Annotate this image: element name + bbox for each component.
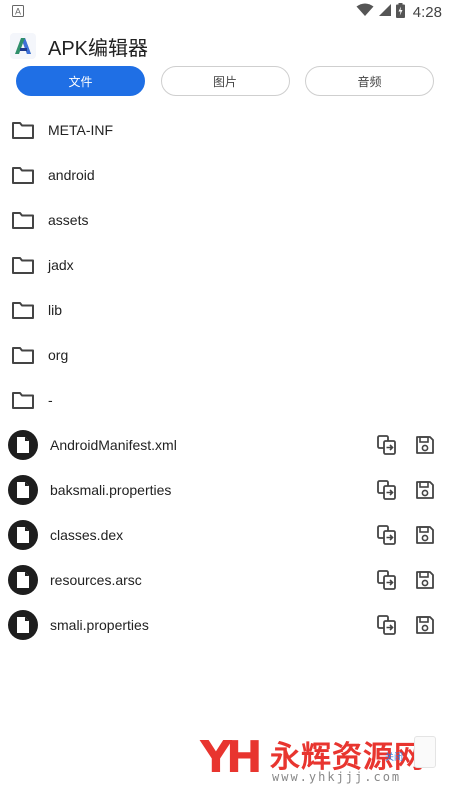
folder-name: lib <box>48 301 63 318</box>
file-name: AndroidManifest.xml <box>50 436 177 453</box>
folder-icon <box>10 252 36 278</box>
file-row[interactable]: baksmali.properties <box>0 467 450 512</box>
folder-icon <box>10 342 36 368</box>
a-letter-icon: A <box>12 4 24 21</box>
app-header: APK编辑器 <box>0 26 450 66</box>
folder-icon <box>10 117 36 143</box>
file-icon <box>8 609 38 640</box>
save-icon[interactable] <box>414 524 436 546</box>
file-icon <box>8 474 38 505</box>
file-actions <box>376 569 436 591</box>
file-list: META-INF android assets jadx lib org - A… <box>0 107 450 647</box>
folder-name: META-INF <box>48 121 114 138</box>
file-row[interactable]: smali.properties <box>0 602 450 647</box>
wifi-icon <box>356 3 374 21</box>
watermark-logo: YH <box>200 732 263 783</box>
battery-icon <box>395 2 405 22</box>
tab-files[interactable]: 文件 <box>16 66 145 96</box>
folder-icon <box>10 387 36 413</box>
folder-row[interactable]: lib <box>0 287 450 332</box>
file-icon <box>8 519 38 550</box>
folder-icon <box>10 162 36 188</box>
apk-editor-logo-icon <box>10 33 36 59</box>
tab-audio[interactable]: 音频 <box>305 66 434 96</box>
save-icon[interactable] <box>414 569 436 591</box>
watermark: YH 永辉资源网 www.yhkjjj.com 关闭 <box>200 730 440 790</box>
export-icon[interactable] <box>376 614 398 636</box>
status-left: A <box>12 4 24 21</box>
folder-row[interactable]: org <box>0 332 450 377</box>
folder-name: jadx <box>48 256 74 273</box>
watermark-url: www.yhkjjj.com <box>272 770 402 784</box>
folder-name: android <box>48 166 95 183</box>
file-icon <box>8 429 38 460</box>
file-actions <box>376 479 436 501</box>
status-right: 4:28 <box>356 2 442 22</box>
export-icon[interactable] <box>376 434 398 456</box>
folder-row[interactable]: jadx <box>0 242 450 287</box>
file-name: baksmali.properties <box>50 481 172 498</box>
file-actions <box>376 614 436 636</box>
file-name: classes.dex <box>50 526 124 543</box>
watermark-close-button[interactable]: 关闭 <box>385 750 403 763</box>
export-icon[interactable] <box>376 569 398 591</box>
folder-row[interactable]: assets <box>0 197 450 242</box>
status-time: 4:28 <box>412 3 442 21</box>
app-title: APK编辑器 <box>48 37 149 60</box>
file-actions <box>376 524 436 546</box>
folder-icon <box>10 297 36 323</box>
folder-name: assets <box>48 211 89 228</box>
file-name: resources.arsc <box>50 571 142 588</box>
file-row[interactable]: classes.dex <box>0 512 450 557</box>
folder-row[interactable]: - <box>0 377 450 422</box>
save-icon[interactable] <box>414 434 436 456</box>
folder-name: - <box>48 391 53 408</box>
save-icon[interactable] <box>414 479 436 501</box>
file-icon <box>8 564 38 595</box>
watermark-box <box>414 736 436 768</box>
tab-images[interactable]: 图片 <box>160 66 290 96</box>
file-actions <box>376 434 436 456</box>
status-bar: A 4:28 <box>0 0 450 24</box>
signal-icon <box>378 3 392 21</box>
file-name: smali.properties <box>50 616 149 633</box>
folder-name: org <box>48 346 69 363</box>
folder-row[interactable]: META-INF <box>0 107 450 152</box>
file-row[interactable]: AndroidManifest.xml <box>0 422 450 467</box>
folder-icon <box>10 207 36 233</box>
svg-text:A: A <box>15 6 21 16</box>
folder-row[interactable]: android <box>0 152 450 197</box>
file-row[interactable]: resources.arsc <box>0 557 450 602</box>
tab-bar: 文件 图片 音频 <box>0 66 450 96</box>
save-icon[interactable] <box>414 614 436 636</box>
export-icon[interactable] <box>376 479 398 501</box>
export-icon[interactable] <box>376 524 398 546</box>
